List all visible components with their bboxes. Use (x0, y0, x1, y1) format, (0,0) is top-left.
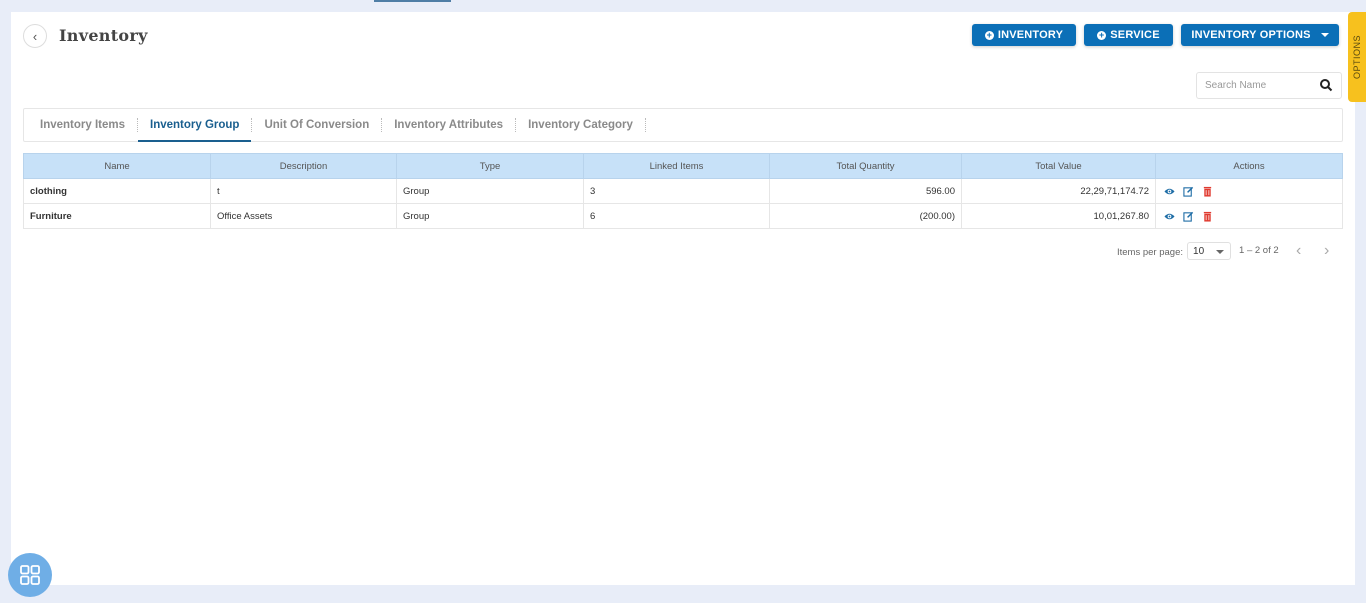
inventory-options-label: INVENTORY OPTIONS (1191, 29, 1311, 41)
edit-icon[interactable] (1183, 186, 1194, 197)
cell-total-value: 10,01,267.80 (961, 203, 1156, 229)
plus-circle-icon: + (1097, 29, 1107, 40)
tab-inventory-group[interactable]: Inventory Group (138, 109, 252, 142)
delete-trash-icon[interactable] (1202, 211, 1213, 222)
previous-page-button[interactable]: ‹ (1291, 242, 1307, 259)
inventory-tabs: Inventory Items Inventory Group Unit Of … (23, 108, 1343, 142)
add-inventory-button[interactable]: + INVENTORY (972, 24, 1076, 46)
search-input[interactable] (1197, 73, 1312, 98)
tab-divider (644, 118, 646, 132)
main-card (11, 12, 1355, 585)
search-icon[interactable] (1319, 78, 1333, 92)
cell-actions (1155, 203, 1343, 229)
cell-name: clothing (23, 178, 211, 204)
cell-linked-items: 6 (583, 203, 770, 229)
add-inventory-label: INVENTORY (997, 29, 1064, 41)
table-row: Furniture Office Assets Group 6 (200.00)… (23, 203, 1343, 229)
items-per-page-select[interactable]: 10 (1187, 242, 1232, 260)
apps-menu-button[interactable] (8, 553, 52, 597)
options-side-tab-label: OPTIONS (1352, 34, 1363, 80)
cell-type: Group (396, 178, 584, 204)
next-page-button[interactable]: › (1319, 242, 1335, 259)
cell-name: Furniture (23, 203, 211, 229)
add-service-button[interactable]: + SERVICE (1084, 24, 1173, 46)
options-side-tab[interactable]: OPTIONS (1348, 12, 1366, 102)
tab-inventory-attributes[interactable]: Inventory Attributes (382, 109, 515, 141)
view-eye-icon[interactable] (1164, 211, 1175, 222)
edit-icon[interactable] (1183, 211, 1194, 222)
page-title: Inventory (59, 26, 148, 45)
cell-total-value: 22,29,71,174.72 (961, 178, 1156, 204)
cell-description: Office Assets (210, 203, 397, 229)
table-row: clothing t Group 3 596.00 22,29,71,174.7… (23, 178, 1343, 204)
cell-total-quantity: (200.00) (769, 203, 962, 229)
column-header-name[interactable]: Name (23, 153, 211, 179)
search-box (1196, 72, 1342, 99)
inventory-options-button[interactable]: INVENTORY OPTIONS (1181, 24, 1339, 46)
paginator: Items per page: 10 1 – 2 of 2 ‹ › (1117, 242, 1335, 260)
chevron-left-icon: ‹ (32, 28, 38, 44)
inventory-group-table: Name Description Type Linked Items Total… (23, 153, 1343, 229)
tab-inventory-category[interactable]: Inventory Category (516, 109, 645, 141)
tab-inventory-items[interactable]: Inventory Items (28, 109, 137, 141)
dropdown-arrow-icon (1216, 250, 1225, 254)
caret-down-icon (1320, 33, 1329, 37)
add-service-label: SERVICE (1110, 29, 1160, 41)
table-header-row: Name Description Type Linked Items Total… (23, 153, 1343, 179)
page-range: 1 – 2 of 2 (1239, 244, 1279, 256)
column-header-type[interactable]: Type (396, 153, 584, 179)
top-nav-indicator (374, 0, 451, 2)
chevron-right-icon: › (1323, 242, 1330, 259)
tab-unit-of-conversion[interactable]: Unit Of Conversion (252, 109, 381, 141)
delete-trash-icon[interactable] (1202, 186, 1213, 197)
column-header-linked-items[interactable]: Linked Items (583, 153, 770, 179)
column-header-total-quantity[interactable]: Total Quantity (769, 153, 962, 179)
column-header-description[interactable]: Description (210, 153, 397, 179)
cell-description: t (210, 178, 397, 204)
grid-icon (20, 565, 40, 585)
items-per-page-value: 10 (1193, 245, 1205, 257)
plus-circle-icon: + (984, 29, 994, 40)
column-header-total-value[interactable]: Total Value (961, 153, 1156, 179)
cell-linked-items: 3 (583, 178, 770, 204)
column-header-actions: Actions (1155, 153, 1343, 179)
cell-type: Group (396, 203, 584, 229)
cell-total-quantity: 596.00 (769, 178, 962, 204)
chevron-left-icon: ‹ (1295, 242, 1302, 259)
cell-actions (1155, 178, 1343, 204)
items-per-page-label: Items per page: (1117, 246, 1184, 258)
view-eye-icon[interactable] (1164, 186, 1175, 197)
back-button[interactable]: ‹ (23, 24, 47, 48)
